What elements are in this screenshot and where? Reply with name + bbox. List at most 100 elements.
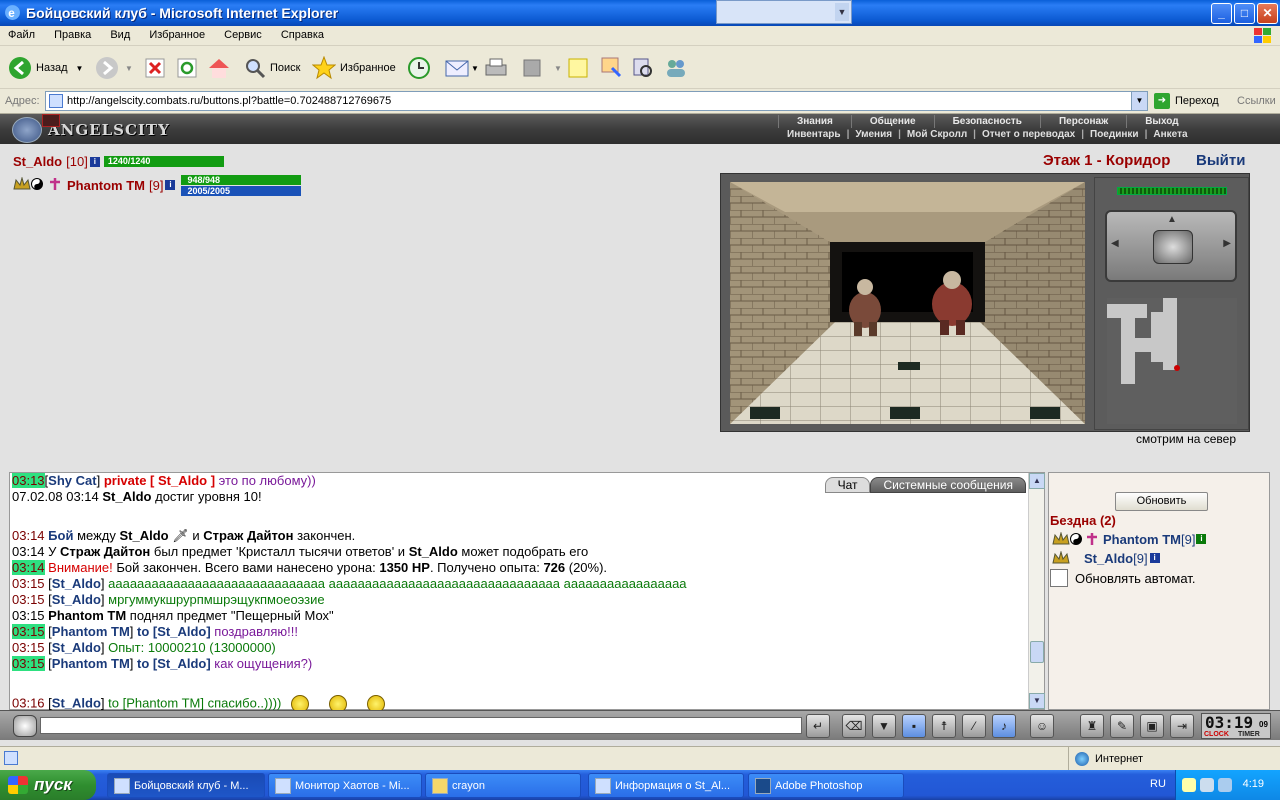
mail-button[interactable]: ▼ xyxy=(445,55,479,81)
nav-character[interactable]: Персонаж xyxy=(1039,115,1126,128)
scroll-up-icon[interactable]: ▲ xyxy=(1029,473,1045,489)
nav-security[interactable]: Безопасность xyxy=(933,115,1040,128)
nav-scroll[interactable]: Мой Скролл xyxy=(902,128,972,141)
arrow-up-icon[interactable]: ▲ xyxy=(1167,214,1177,225)
scroll-icon[interactable]: ✎ xyxy=(1110,714,1134,738)
auto-refresh-checkbox[interactable] xyxy=(1050,569,1068,587)
chat-nick[interactable]: to [St_Aldo] xyxy=(137,656,211,671)
task-crayon[interactable]: crayon xyxy=(425,773,581,798)
chevron-down-icon[interactable]: ▼ xyxy=(835,3,849,21)
nav-transfers[interactable]: Отчет о переводах xyxy=(977,128,1080,141)
nav-duels[interactable]: Поединки xyxy=(1085,128,1144,141)
chat-timestamp[interactable]: 03:15 xyxy=(12,640,45,655)
chat-nick[interactable]: Shy Cat xyxy=(48,473,96,488)
chat-nick[interactable]: Phantom TM xyxy=(52,656,130,671)
floor-map[interactable] xyxy=(1107,298,1237,424)
nav-exit[interactable]: Выход xyxy=(1126,115,1196,128)
translit-icon[interactable]: ⁄ xyxy=(962,714,986,738)
chat-nick[interactable]: Phantom TM xyxy=(52,624,130,639)
chat-timestamp[interactable]: 03:13 xyxy=(12,473,45,488)
go-button[interactable]: ➜ Переход xyxy=(1154,93,1219,109)
info-icon[interactable]: i xyxy=(1196,534,1207,544)
language-indicator[interactable]: RU xyxy=(1150,778,1166,790)
room-member[interactable]: Phantom TM [9] i xyxy=(1052,530,1207,548)
print-button[interactable] xyxy=(484,55,508,81)
menu-tools[interactable]: Сервис xyxy=(216,26,270,41)
menu-edit[interactable]: Правка xyxy=(46,26,99,41)
chat-timestamp[interactable]: 07.02.08 03:14 xyxy=(12,489,99,504)
task-photoshop[interactable]: Adobe Photoshop xyxy=(748,773,904,798)
smiley-icon[interactable]: ☺ xyxy=(1030,714,1054,738)
nav-skills[interactable]: Умения xyxy=(850,128,897,141)
close-button[interactable]: ✕ xyxy=(1257,3,1278,24)
chat-timestamp[interactable]: 03:15 xyxy=(12,576,45,591)
refresh-button[interactable] xyxy=(177,55,197,81)
menu-file[interactable]: Файл xyxy=(0,26,43,41)
refresh-button[interactable]: Обновить xyxy=(1115,492,1208,511)
task-fight-club[interactable]: Бойцовский клуб - M... xyxy=(107,773,265,798)
back-dropdown-icon[interactable]: ▼ xyxy=(76,64,84,73)
eraser-icon[interactable]: ⌫ xyxy=(842,714,866,738)
info-icon[interactable]: i xyxy=(165,180,176,190)
scroll-down-icon[interactable]: ▼ xyxy=(1029,693,1045,709)
compass-control[interactable]: ▲ ◀ ▶ xyxy=(1105,210,1237,282)
music-icon[interactable]: ♪ xyxy=(992,714,1016,738)
address-url[interactable]: http://angelscity.combats.ru/buttons.pl?… xyxy=(67,95,391,107)
chat-timestamp[interactable]: 03:15 xyxy=(12,656,45,671)
tray-network-icon[interactable] xyxy=(1200,778,1214,792)
tab-system-messages[interactable]: Системные сообщения xyxy=(870,477,1026,493)
save-icon[interactable]: ▪ xyxy=(902,714,926,738)
address-input[interactable]: http://angelscity.combats.ru/buttons.pl?… xyxy=(45,91,1148,111)
room-member[interactable]: St_Aldo [9] i xyxy=(1052,549,1160,567)
chat-nick[interactable]: to [St_Aldo] xyxy=(137,624,211,639)
member-name[interactable]: Phantom TM xyxy=(1103,532,1181,547)
chat-message-input[interactable] xyxy=(40,717,802,734)
member-name[interactable]: St_Aldo xyxy=(1084,551,1133,566)
edit-button[interactable]: ▼ xyxy=(522,55,562,81)
chat-nick[interactable]: St_Aldo xyxy=(52,695,101,710)
tray-arrow-icon[interactable] xyxy=(1182,778,1196,792)
maximize-button[interactable]: □ xyxy=(1234,3,1255,24)
chat-timestamp[interactable]: 03:14 xyxy=(12,528,45,543)
compass-hub-icon[interactable] xyxy=(1153,230,1193,264)
chat-nick[interactable]: St_Aldo xyxy=(52,576,101,591)
menu-favorites[interactable]: Избранное xyxy=(141,26,213,41)
nav-inventory[interactable]: Инвентарь xyxy=(782,128,846,141)
opponent-name[interactable]: Phantom TM xyxy=(67,178,145,193)
links-label[interactable]: Ссылки xyxy=(1237,95,1276,107)
send-button[interactable]: ↵ xyxy=(806,714,830,738)
nav-communication[interactable]: Общение xyxy=(850,115,934,128)
menu-view[interactable]: Вид xyxy=(102,26,138,41)
arrow-left-icon[interactable]: ◀ xyxy=(1111,238,1119,249)
nav-profile[interactable]: Анкета xyxy=(1148,128,1192,141)
start-button[interactable]: пуск xyxy=(0,770,96,800)
speech-icon[interactable] xyxy=(13,715,37,737)
lock-icon[interactable]: ▣ xyxy=(1140,714,1164,738)
menu-help[interactable]: Справка xyxy=(273,26,332,41)
forward-button[interactable]: ▼ xyxy=(95,55,133,81)
stop-button[interactable] xyxy=(145,55,165,81)
info-icon[interactable]: i xyxy=(1149,553,1160,563)
filter-icon[interactable]: ▼ xyxy=(872,714,896,738)
info-icon[interactable]: i xyxy=(89,156,100,167)
history-button[interactable] xyxy=(407,55,431,81)
chat-nick[interactable]: St_Aldo xyxy=(52,640,101,655)
tab-chat[interactable]: Чат xyxy=(824,477,871,493)
chevron-down-icon[interactable]: ▼ xyxy=(1131,92,1147,110)
fighter-icon[interactable]: ☨ xyxy=(932,714,956,738)
minimize-button[interactable]: _ xyxy=(1211,3,1232,24)
chat-timestamp[interactable]: 03:15 xyxy=(12,608,45,623)
search-button[interactable]: Поиск xyxy=(244,55,300,81)
scroll-thumb[interactable] xyxy=(1030,641,1044,663)
contacts-button[interactable] xyxy=(663,55,689,81)
chat-nick[interactable]: St_Aldo xyxy=(52,592,101,607)
chat-scrollbar[interactable]: ▲ ▼ xyxy=(1028,473,1045,709)
arrow-right-icon[interactable]: ▶ xyxy=(1223,238,1231,249)
task-player-info[interactable]: Информация о St_Al... xyxy=(588,773,744,798)
forward-dropdown-icon[interactable]: ▼ xyxy=(125,64,133,73)
chat-timestamp[interactable]: 03:15 xyxy=(12,624,45,639)
notes-button[interactable] xyxy=(567,55,589,81)
exit-icon[interactable]: ⇥ xyxy=(1170,714,1194,738)
bag-icon[interactable]: ♜ xyxy=(1080,714,1104,738)
chat-timestamp[interactable]: 03:16 xyxy=(12,695,45,710)
